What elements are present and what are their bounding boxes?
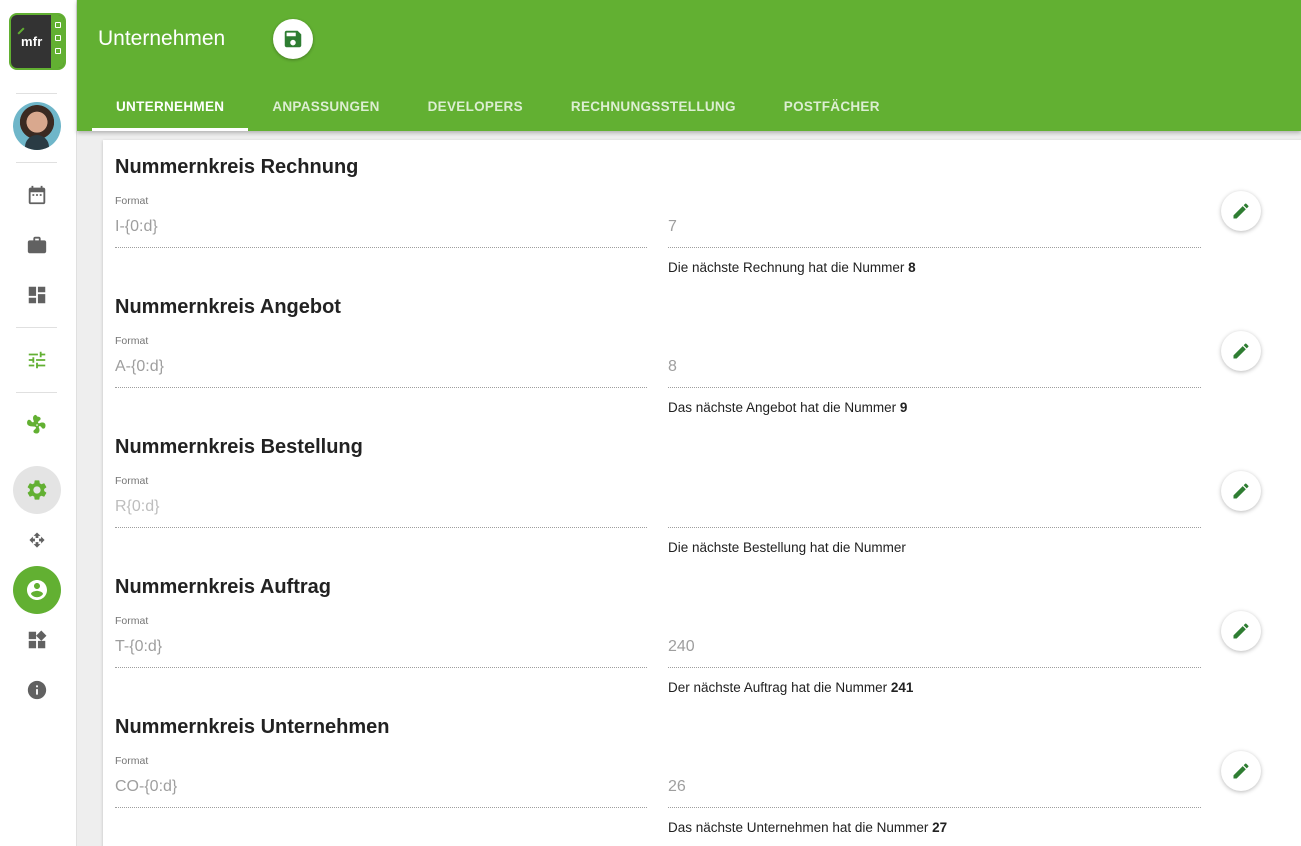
- pinwheel-icon[interactable]: [24, 412, 50, 438]
- tab-rechnungsstellung[interactable]: RECHNUNGSSTELLUNG: [547, 86, 760, 131]
- next-number-hint: Das nächste Angebot hat die Nummer 9: [668, 400, 908, 415]
- pencil-icon: [1233, 203, 1249, 219]
- format-label: Format: [115, 615, 149, 627]
- tab-developers[interactable]: DEVELOPERS: [404, 86, 547, 131]
- next-number-hint: Die nächste Bestellung hat die Nummer: [668, 540, 906, 555]
- pencil-icon: [1233, 483, 1249, 499]
- section-title: Nummernkreis Unternehmen: [115, 716, 390, 738]
- sidebar: mfr: [0, 0, 77, 846]
- number-field[interactable]: 8: [668, 358, 677, 376]
- sidebar-divider: [16, 93, 57, 94]
- tab-unternehmen[interactable]: UNTERNEHMEN: [92, 86, 249, 131]
- settings-icon[interactable]: [13, 466, 61, 514]
- calendar-icon[interactable]: [24, 182, 50, 208]
- format-label: Format: [115, 195, 149, 207]
- section-title: Nummernkreis Rechnung: [115, 156, 359, 178]
- sidebar-divider: [16, 392, 57, 393]
- next-number-value: 9: [899, 400, 908, 415]
- app-logo[interactable]: mfr: [9, 13, 66, 70]
- format-label: Format: [115, 335, 149, 347]
- edit-button[interactable]: [1221, 331, 1261, 371]
- tune-icon[interactable]: [24, 347, 50, 373]
- tab-anpassungen[interactable]: ANPASSUNGEN: [248, 86, 403, 131]
- number-field-underline: [668, 527, 1201, 528]
- widgets-icon[interactable]: [24, 627, 50, 653]
- number-field-underline: [668, 807, 1201, 808]
- number-field[interactable]: 7: [668, 218, 677, 236]
- format-field-underline: [115, 527, 647, 528]
- number-field-underline: [668, 387, 1201, 388]
- format-field-underline: [115, 807, 647, 808]
- move-icon[interactable]: [24, 527, 50, 553]
- edit-button[interactable]: [1221, 611, 1261, 651]
- sidebar-divider: [16, 162, 57, 163]
- section-unternehmen: Nummernkreis Unternehmen Format CO-{0:d}…: [103, 700, 1301, 840]
- format-field[interactable]: A-{0:d}: [115, 358, 164, 376]
- format-field[interactable]: CO-{0:d}: [115, 778, 177, 796]
- edit-button[interactable]: [1221, 191, 1261, 231]
- format-label: Format: [115, 755, 149, 767]
- avatar[interactable]: [13, 102, 61, 150]
- next-number-hint: Das nächste Unternehmen hat die Nummer 2…: [668, 820, 948, 835]
- section-title: Nummernkreis Auftrag: [115, 576, 331, 598]
- number-field-underline: [668, 247, 1201, 248]
- edit-button[interactable]: [1221, 471, 1261, 511]
- format-field-underline: [115, 667, 647, 668]
- pencil-icon: [1233, 623, 1249, 639]
- next-number-value: 27: [932, 820, 948, 835]
- section-title: Nummernkreis Angebot: [115, 296, 341, 318]
- next-number-hint: Der nächste Auftrag hat die Nummer 241: [668, 680, 914, 695]
- account-circle-icon[interactable]: [13, 566, 61, 614]
- number-field-underline: [668, 667, 1201, 668]
- format-field-underline: [115, 387, 647, 388]
- section-angebot: Nummernkreis Angebot Format A-{0:d} 8 Da…: [103, 280, 1301, 420]
- next-number-hint: Die nächste Rechnung hat die Nummer 8: [668, 260, 916, 275]
- number-field[interactable]: 26: [668, 778, 686, 796]
- content-card: Nummernkreis Rechnung Format I-{0:d} 7 D…: [103, 140, 1301, 846]
- dashboard-icon[interactable]: [24, 282, 50, 308]
- format-field[interactable]: I-{0:d}: [115, 218, 158, 236]
- section-title: Nummernkreis Bestellung: [115, 436, 363, 458]
- sidebar-divider: [16, 327, 57, 328]
- next-number-value: 241: [890, 680, 914, 695]
- pencil-icon: [1233, 343, 1249, 359]
- number-field[interactable]: 240: [668, 638, 695, 656]
- pencil-icon: [1233, 763, 1249, 779]
- format-field[interactable]: T-{0:d}: [115, 638, 162, 656]
- top-header: Unternehmen UNTERNEHMEN ANPASSUNGEN DEVE…: [77, 0, 1301, 131]
- app-root: mfr Unternehmen UNTERNEHMEN ANPASSUNGEN …: [0, 0, 1301, 846]
- tab-bar: UNTERNEHMEN ANPASSUNGEN DEVELOPERS RECHN…: [92, 86, 904, 131]
- section-rechnung: Nummernkreis Rechnung Format I-{0:d} 7 D…: [103, 140, 1301, 280]
- tab-postfaecher[interactable]: POSTFÄCHER: [760, 86, 904, 131]
- save-button[interactable]: [273, 19, 313, 59]
- page-title: Unternehmen: [98, 27, 226, 50]
- format-field[interactable]: R{0:d}: [115, 498, 159, 516]
- logo-strip: [51, 15, 64, 68]
- section-bestellung: Nummernkreis Bestellung Format R{0:d} Di…: [103, 420, 1301, 560]
- save-icon: [284, 30, 302, 48]
- section-auftrag: Nummernkreis Auftrag Format T-{0:d} 240 …: [103, 560, 1301, 700]
- info-icon[interactable]: [24, 677, 50, 703]
- format-label: Format: [115, 475, 149, 487]
- format-field-underline: [115, 247, 647, 248]
- logo-text: mfr: [21, 34, 43, 49]
- briefcase-icon[interactable]: [24, 232, 50, 258]
- edit-button[interactable]: [1221, 751, 1261, 791]
- next-number-value: 8: [908, 260, 916, 275]
